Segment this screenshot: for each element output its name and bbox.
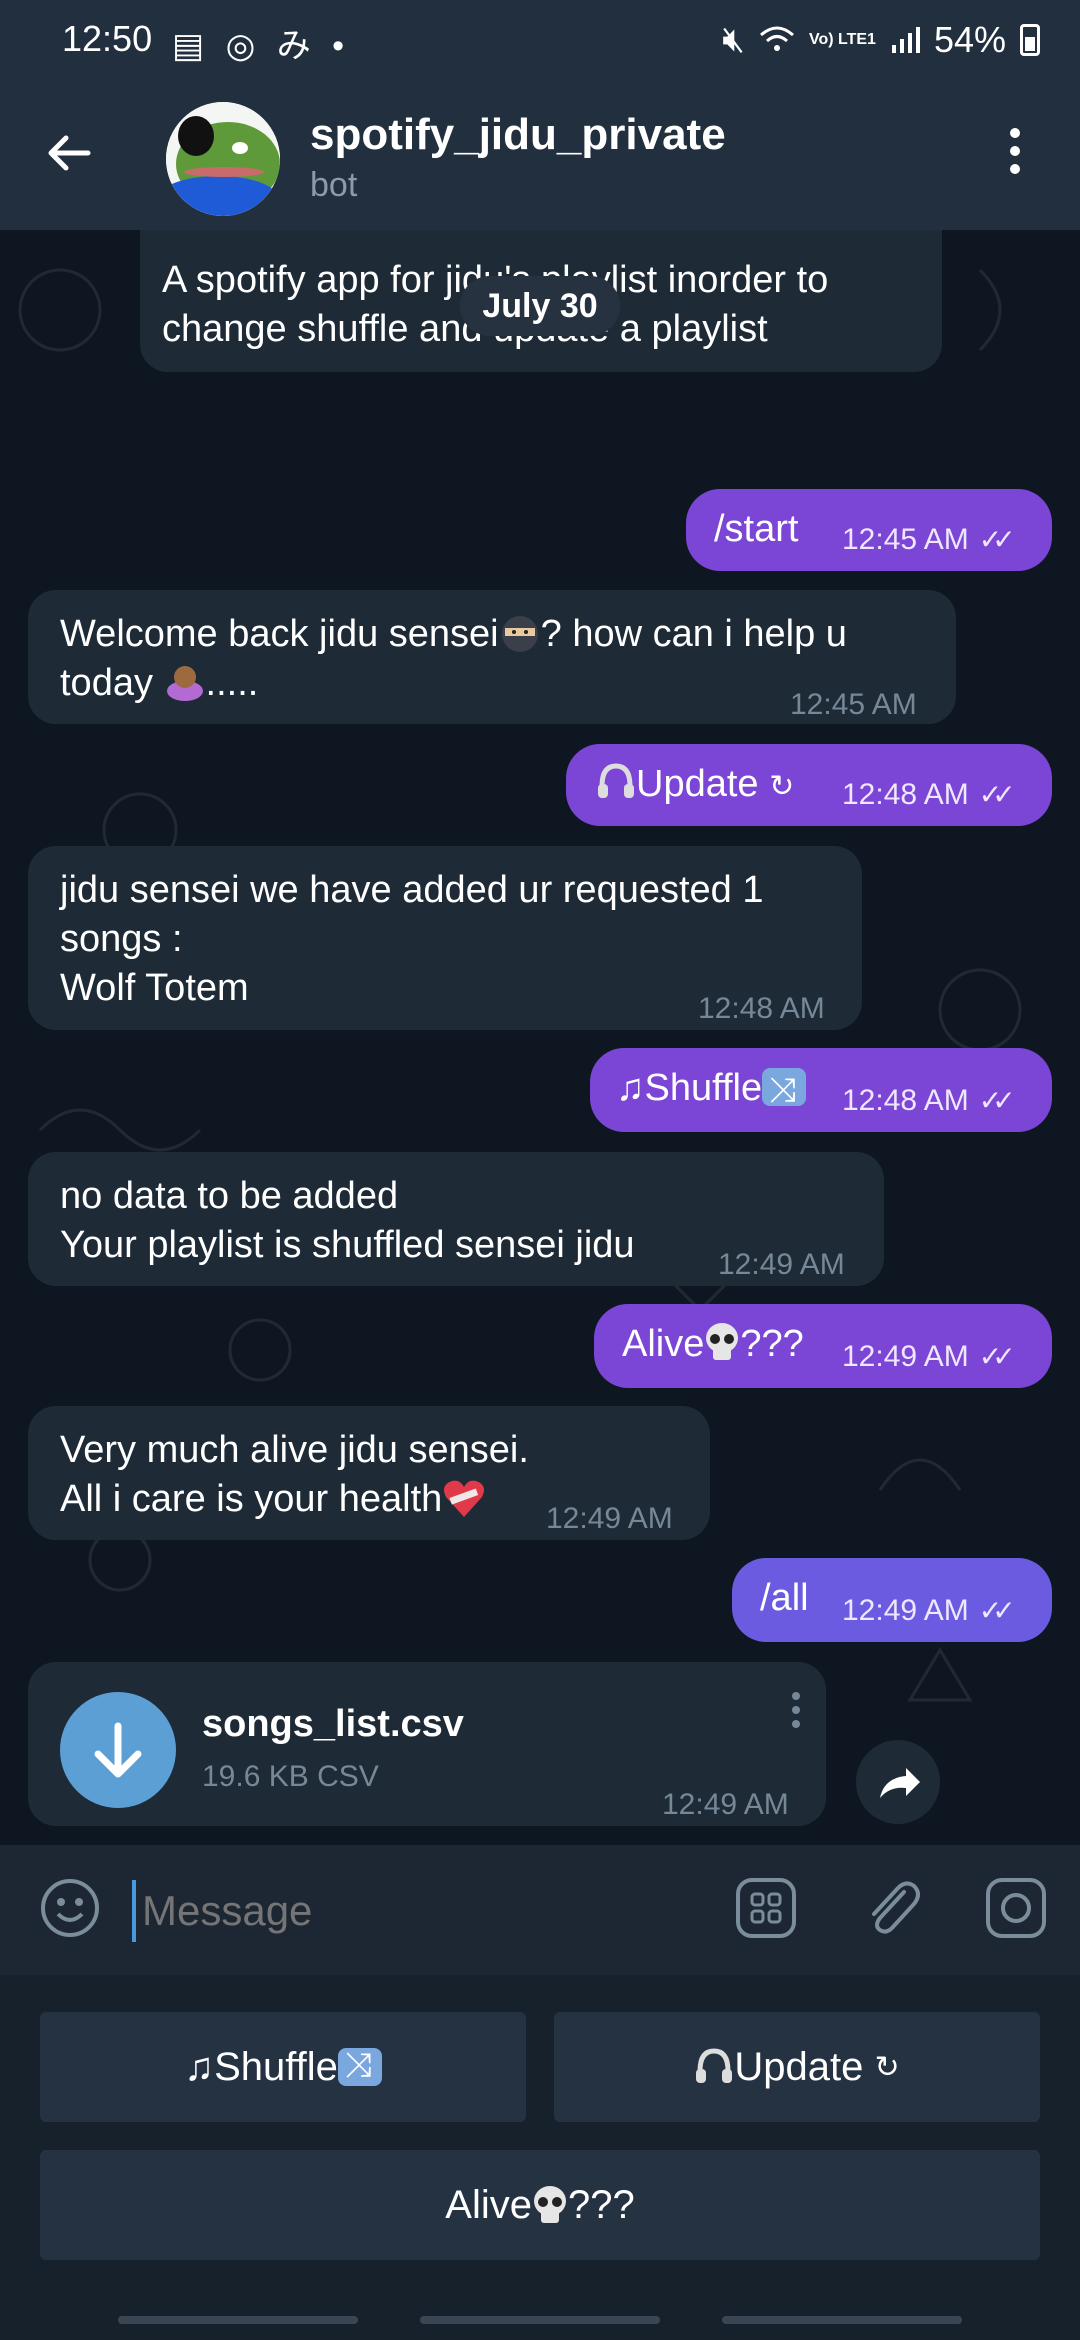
mute-icon: 🔇︎ [722,18,745,59]
message-time: 12:49 AM [662,1788,789,1821]
double-check-icon: ✓✓ [978,1595,1016,1626]
date-separator: July 30 [460,276,620,336]
status-right: 🔇︎ Vo) LTE1 54% [722,18,1040,61]
bot-keyboard-icon[interactable] [734,1876,798,1945]
emoji-icon[interactable] [38,1876,102,1945]
attach-icon[interactable] [858,1872,928,1947]
back-arrow-icon[interactable] [44,128,94,187]
volte-indicator: Vo) LTE1 [808,30,876,48]
keyboard-button-label: Update [734,2044,864,2089]
file-message-bubble[interactable]: songs_list.csv 19.6 KB CSV 12:49 AM [28,1662,826,1826]
double-check-icon: ✓✓ [978,1085,1016,1116]
double-check-icon: ✓✓ [978,1341,1016,1372]
chat-title[interactable]: spotify_jidu_private [310,110,726,160]
message-time: 12:49 AM [718,1248,845,1281]
app-notification-icon: み [276,27,317,65]
message-text: /start [714,508,799,550]
shuffle-emoji-icon [337,2046,382,2086]
file-menu-icon[interactable] [792,1692,802,1728]
message-bubble-in[interactable]: Welcome back jidu sensei? how can i help… [28,590,956,724]
message-text: Welcome back jidu sensei? how can i help… [60,613,847,704]
nav-hint-center [420,2316,660,2324]
keyboard-button-update[interactable]: Update ↻ [554,2012,1040,2122]
message-text: ♫Shuffle [616,1064,807,1115]
file-meta: 19.6 KB CSV [202,1760,379,1793]
battery-icon [1020,23,1040,56]
notification-icons: ▤ ◎ み • [172,18,350,67]
status-time: 12:50 [62,18,153,59]
keyboard-button-shuffle[interactable]: ♫ Shuffle [40,2012,526,2122]
double-check-icon: ✓✓ [978,524,1016,555]
message-time: 12:48 AM [698,992,825,1025]
message-text: no data to be added Your playlist is shu… [60,1175,635,1266]
forward-share-button[interactable] [856,1740,940,1824]
message-bubble-out[interactable]: Alive??? 12:49 AM ✓✓ [594,1304,1052,1388]
message-bubble-out[interactable]: Update ↻ 12:48 AM ✓✓ [566,744,1052,826]
message-text: jidu sensei we have added ur requested 1… [60,869,764,1009]
message-time: 12:49 AM [546,1502,673,1535]
instagram-icon: ◎ [225,27,262,65]
skull-emoji-icon [706,1323,739,1360]
message-time: 12:49 AM ✓✓ [842,1594,1016,1627]
headphones-emoji-icon [598,763,634,798]
avatar[interactable] [166,102,280,216]
wifi-icon [759,26,794,51]
file-name[interactable]: songs_list.csv [202,1700,464,1749]
shuffle-emoji-icon [762,1066,807,1115]
message-text: Alive??? [622,1323,804,1365]
message-text: Update ↻ [596,760,794,811]
message-input[interactable] [132,1880,724,1942]
headphones-emoji-icon [696,2048,733,2083]
message-bubble-out[interactable]: /start 12:45 AM ✓✓ [686,489,1052,571]
message-text: Very much alive jidu sensei. All i care … [60,1429,529,1520]
message-bubble-out[interactable]: /all 12:49 AM ✓✓ [732,1558,1052,1642]
more-vert-icon[interactable] [1010,128,1022,182]
message-time: 12:45 AM ✓✓ [842,523,1016,556]
double-check-icon: ✓✓ [978,779,1016,810]
message-bubble-in[interactable]: Very much alive jidu sensei. All i care … [28,1406,710,1540]
ninja-emoji-icon [501,616,538,652]
message-time: 12:48 AM ✓✓ [842,1084,1016,1117]
keyboard-button-label: Alive [445,2182,532,2227]
more-notifications-dot: • [332,27,351,65]
message-text: /all [760,1577,809,1619]
message-time: 12:45 AM [790,688,917,721]
nav-hint-left [118,2316,358,2324]
keyboard-button-alive[interactable]: Alive??? [40,2150,1040,2260]
download-icon[interactable] [60,1692,176,1808]
chat-subtitle: bot [310,166,358,204]
skull-emoji-icon [533,2186,566,2223]
calendar-icon: ▤ [172,27,211,65]
camera-icon[interactable] [984,1876,1048,1945]
signal-icon [891,26,920,53]
keyboard-button-label: Shuffle [214,2044,338,2089]
message-time: 12:49 AM ✓✓ [842,1340,1016,1373]
message-bubble-out[interactable]: ♫Shuffle 12:48 AM✓✓ [590,1048,1052,1132]
battery-percent: 54% [933,18,1006,60]
mending-heart-emoji-icon [444,1480,485,1517]
message-bubble-in[interactable]: no data to be added Your playlist is shu… [28,1152,884,1286]
bowing-emoji-icon [166,666,203,701]
message-time: 12:48 AM ✓✓ [842,778,1016,811]
message-bubble-in[interactable]: jidu sensei we have added ur requested 1… [28,846,862,1030]
nav-hint-right [722,2316,962,2324]
